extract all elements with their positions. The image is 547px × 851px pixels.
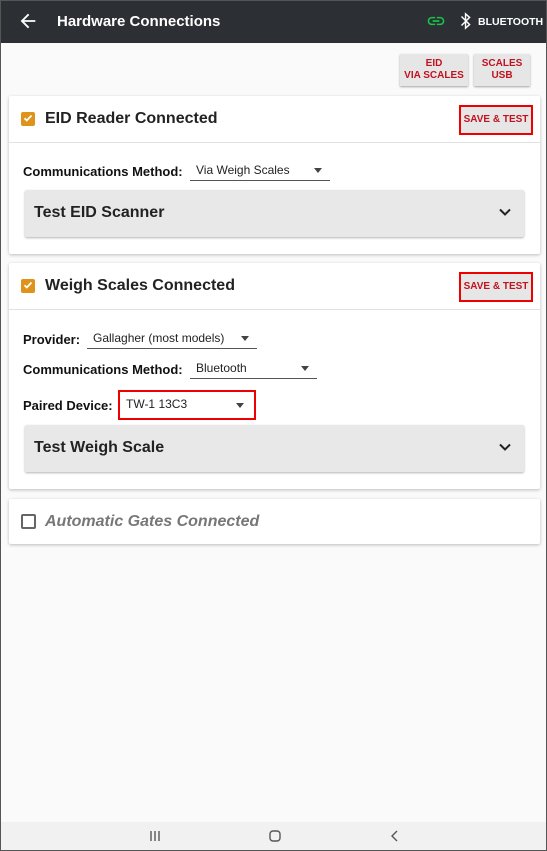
eid-connected-checkbox[interactable] bbox=[21, 112, 35, 126]
test-weigh-scale-label: Test Weigh Scale bbox=[34, 439, 165, 456]
gates-connected-checkbox[interactable] bbox=[21, 514, 36, 529]
provider-label: Provider: bbox=[23, 332, 81, 347]
dropdown-caret-icon bbox=[241, 336, 249, 341]
scales-comm-method-select[interactable]: Bluetooth bbox=[190, 360, 317, 379]
eid-comm-method-select[interactable]: Via Weigh Scales bbox=[190, 162, 330, 181]
dropdown-caret-icon bbox=[236, 403, 244, 408]
scales-card-title: Weigh Scales Connected bbox=[45, 277, 235, 294]
eid-reader-card: EID Reader Connected SAVE & TEST Communi… bbox=[9, 96, 540, 254]
gates-card-title: Automatic Gates Connected bbox=[45, 513, 260, 530]
chevron-down-icon bbox=[499, 443, 511, 451]
app-bar: Hardware Connections BLUETOOTH bbox=[1, 1, 546, 43]
test-eid-scanner-label: Test EID Scanner bbox=[34, 204, 165, 221]
scales-usb-label: SCALES USB bbox=[481, 58, 523, 81]
eid-comm-method-value: Via Weigh Scales bbox=[196, 163, 290, 177]
test-eid-scanner-expander[interactable]: Test EID Scanner bbox=[25, 190, 524, 237]
screen: Hardware Connections BLUETOOTH EID VIA S… bbox=[0, 0, 547, 851]
back-arrow-icon[interactable] bbox=[17, 10, 39, 32]
eid-card-header: EID Reader Connected SAVE & TEST bbox=[9, 96, 540, 143]
scales-usb-button[interactable]: SCALES USB bbox=[474, 54, 530, 86]
recent-apps-icon[interactable] bbox=[148, 829, 162, 843]
bluetooth-label[interactable]: BLUETOOTH bbox=[478, 16, 543, 28]
scales-comm-method-value: Bluetooth bbox=[196, 361, 247, 375]
scales-connected-checkbox[interactable] bbox=[21, 279, 35, 293]
page-title: Hardware Connections bbox=[57, 13, 221, 30]
eid-card-title: EID Reader Connected bbox=[45, 110, 218, 127]
eid-via-scales-button[interactable]: EID VIA SCALES bbox=[400, 54, 468, 86]
automatic-gates-card: Automatic Gates Connected bbox=[9, 499, 540, 544]
checkmark-icon bbox=[23, 114, 33, 122]
back-nav-icon[interactable] bbox=[388, 829, 402, 843]
home-icon[interactable] bbox=[268, 829, 282, 843]
paired-device-value: TW-1 13C3 bbox=[126, 397, 188, 411]
system-nav-bar bbox=[1, 822, 546, 850]
paired-device-select[interactable]: TW-1 13C3 bbox=[118, 390, 256, 420]
paired-device-label: Paired Device: bbox=[23, 398, 113, 413]
provider-select[interactable]: Gallagher (most models) bbox=[87, 330, 257, 349]
dropdown-caret-icon bbox=[301, 366, 309, 371]
checkmark-icon bbox=[23, 281, 33, 289]
eid-comm-method-label: Communications Method: bbox=[23, 164, 183, 179]
eid-via-scales-label: EID VIA SCALES bbox=[404, 58, 464, 81]
bluetooth-icon bbox=[460, 12, 471, 30]
scales-comm-method-label: Communications Method: bbox=[23, 362, 183, 377]
provider-value: Gallagher (most models) bbox=[93, 331, 225, 345]
scales-save-test-button[interactable]: SAVE & TEST bbox=[459, 272, 533, 302]
eid-save-test-button[interactable]: SAVE & TEST bbox=[459, 105, 533, 135]
weigh-scales-card: Weigh Scales Connected SAVE & TEST Provi… bbox=[9, 263, 540, 489]
scales-card-header: Weigh Scales Connected SAVE & TEST bbox=[9, 263, 540, 310]
chevron-down-icon bbox=[499, 208, 511, 216]
test-weigh-scale-expander[interactable]: Test Weigh Scale bbox=[25, 425, 524, 472]
link-icon bbox=[427, 16, 445, 26]
dropdown-caret-icon bbox=[314, 168, 322, 173]
